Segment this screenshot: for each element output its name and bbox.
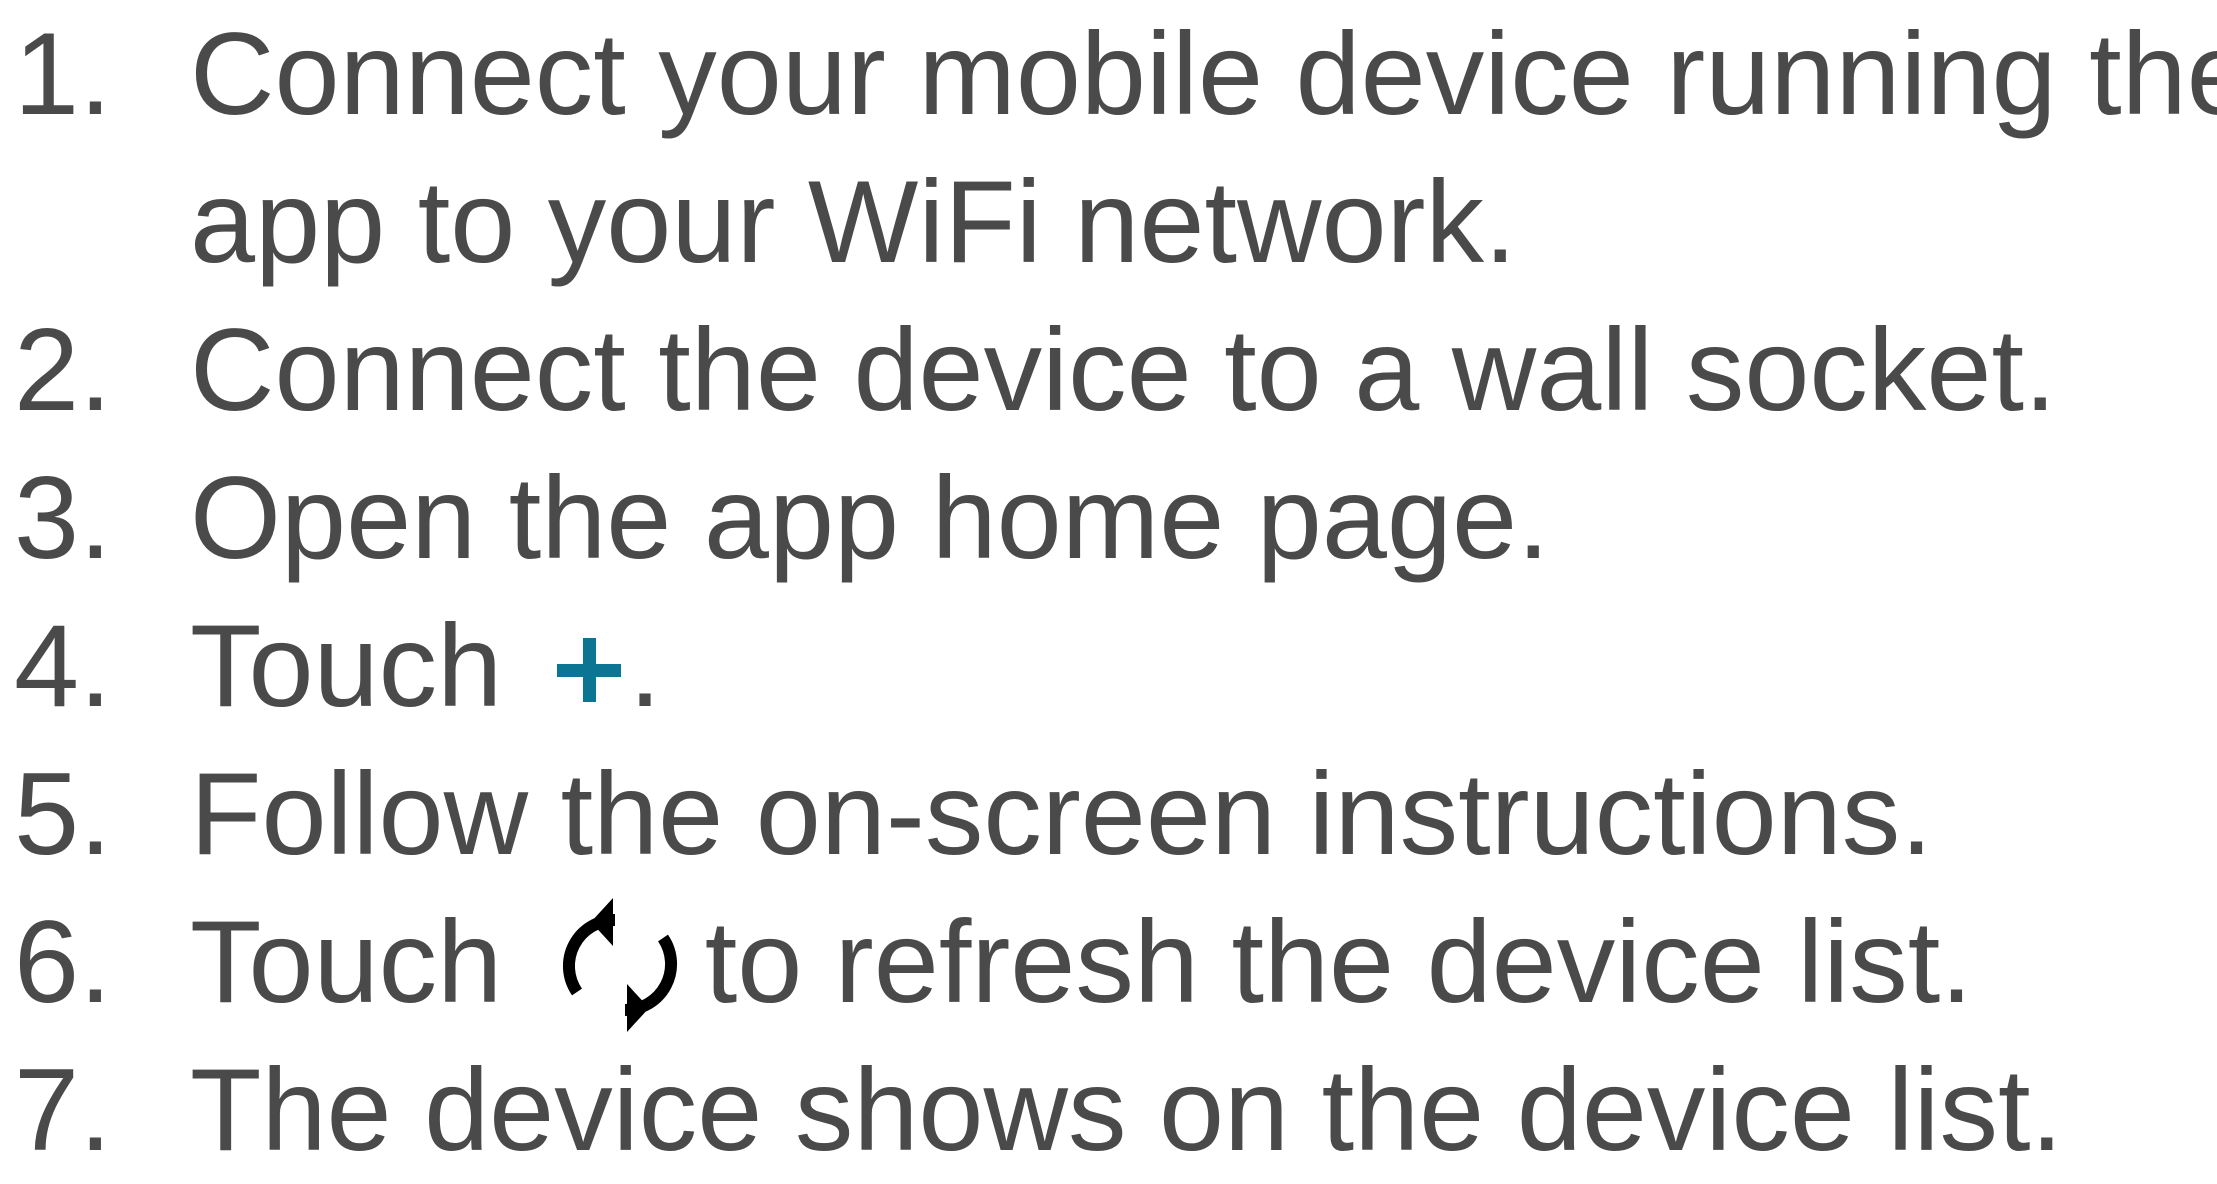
refresh-icon bbox=[562, 898, 677, 1032]
plus-icon bbox=[556, 638, 621, 702]
step-text-after-icon: . bbox=[628, 600, 662, 731]
step-1: 1. Connect your mobile device running th… bbox=[14, 0, 2217, 296]
step-text-line-1: Connect your mobile device running the bbox=[190, 8, 2217, 139]
instruction-steps-list: 1. Connect your mobile device running th… bbox=[14, 0, 2217, 1184]
step-number: 5. bbox=[14, 748, 112, 879]
step-number: 4. bbox=[14, 600, 112, 731]
step-text-before-icon: Touch bbox=[190, 896, 535, 1027]
step-7: 7. The device shows on the device list. bbox=[14, 1036, 2204, 1184]
step-text-before-icon: Touch bbox=[190, 600, 535, 731]
step-text-line-2: app to your WiFi network. bbox=[190, 156, 1517, 287]
step-3: 3. Open the app home page. bbox=[14, 444, 2204, 592]
step-5: 5. Follow the on-screen instructions. bbox=[14, 740, 2204, 888]
step-number: 2. bbox=[14, 304, 112, 435]
step-text-after-icon: to refresh the device list. bbox=[704, 896, 1973, 1027]
step-text: Follow the on-screen instructions. bbox=[190, 748, 1933, 879]
step-number: 3. bbox=[14, 452, 112, 583]
step-2: 2. Connect the device to a wall socket. bbox=[14, 296, 2204, 444]
step-text: The device shows on the device list. bbox=[190, 1044, 2063, 1175]
step-text: Open the app home page. bbox=[190, 452, 1550, 583]
step-number: 6. bbox=[14, 896, 112, 1027]
step-number: 1. bbox=[14, 8, 112, 139]
step-4: 4. Touch . bbox=[14, 592, 2204, 740]
step-6: 6. Touch to refresh the device list. bbox=[14, 888, 2204, 1036]
step-number: 7. bbox=[14, 1044, 112, 1175]
step-text: Connect the device to a wall socket. bbox=[190, 304, 2057, 435]
